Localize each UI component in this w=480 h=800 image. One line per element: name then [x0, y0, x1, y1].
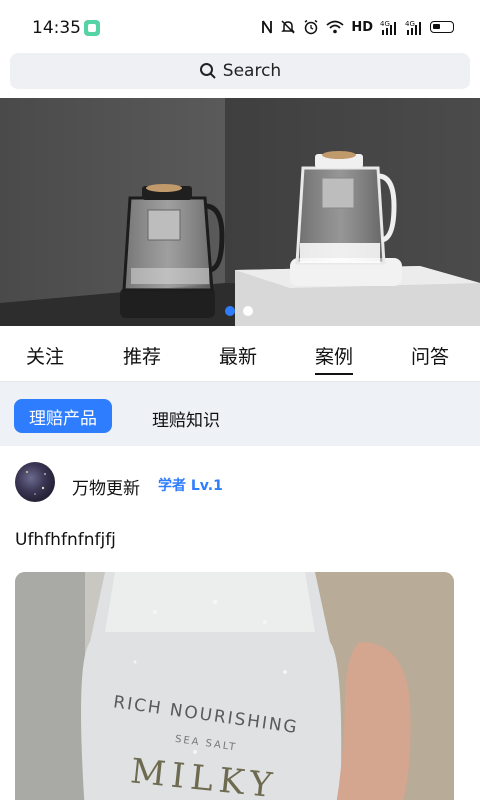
carousel-dot[interactable] [243, 306, 253, 316]
status-bar: 14:35 HD 4G 4G [0, 0, 480, 50]
sub-tab-bar: 理赔产品 理赔知识 [0, 382, 480, 446]
signal-icon-1: 4G [380, 20, 396, 35]
banner-carousel[interactable] [0, 98, 480, 326]
search-label: Search [222, 61, 282, 81]
battery-icon [430, 21, 454, 33]
tab-latest[interactable]: 最新 [219, 342, 257, 369]
tab-follow[interactable]: 关注 [26, 342, 64, 369]
status-time: 14:35 [32, 18, 81, 38]
banner-image [0, 98, 480, 326]
svg-text:4G: 4G [405, 20, 415, 28]
tab-recommend[interactable]: 推荐 [123, 342, 161, 369]
post-text[interactable]: Ufhfhfnfnfjfj [15, 530, 116, 550]
status-icons: HD 4G 4G [261, 19, 454, 35]
subtab-claim-products[interactable]: 理赔产品 [14, 399, 112, 433]
app-notification-icon [84, 20, 100, 36]
post-username[interactable]: 万物更新 [72, 474, 140, 499]
carousel-indicator [225, 306, 253, 316]
category-tabs: 关注 推荐 最新 案例 问答 [0, 326, 480, 382]
mute-bell-icon [281, 20, 296, 34]
tab-qa[interactable]: 问答 [411, 342, 449, 369]
wifi-icon [326, 20, 344, 34]
svg-text:4G: 4G [380, 20, 390, 28]
post-image[interactable]: RICH NOURISHING SEA SALT MILKY [15, 572, 454, 800]
alarm-icon [304, 19, 318, 35]
user-level-badge: 学者 Lv.1 [158, 478, 223, 494]
signal-icon-2: 4G [405, 20, 421, 35]
search-icon [199, 63, 216, 79]
avatar[interactable] [15, 462, 55, 502]
search-bar[interactable]: Search [10, 53, 470, 89]
nfc-icon [262, 20, 273, 34]
subtab-claim-knowledge[interactable]: 理赔知识 [152, 406, 220, 431]
hd-label: HD [351, 19, 373, 35]
tab-cases[interactable]: 案例 [315, 342, 354, 375]
carousel-dot-active[interactable] [225, 306, 235, 316]
